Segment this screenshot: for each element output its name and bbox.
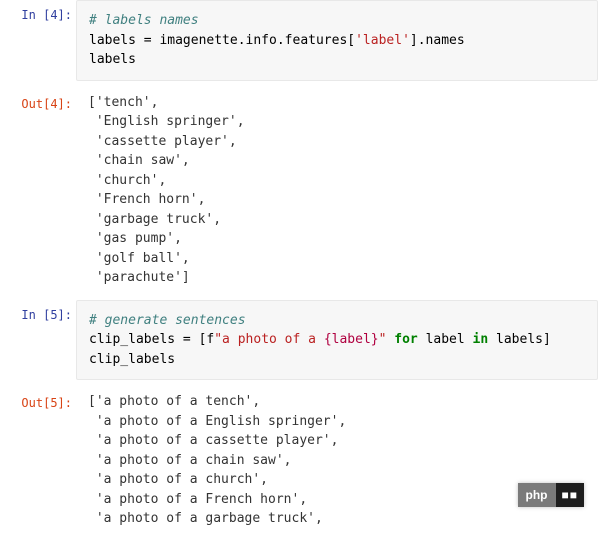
output-cell-4: Out[4]: ['tench', 'English springer', 'c… — [0, 89, 598, 292]
output-prompt: Out[4]: — [0, 89, 76, 113]
code-input[interactable]: # labels names labels = imagenette.info.… — [76, 0, 598, 81]
code-cell-4: In [4]: # labels names labels = imagenet… — [0, 0, 598, 81]
watermark-left: php — [518, 483, 556, 507]
output-prompt: Out[5]: — [0, 388, 76, 412]
code-segment: ].names — [410, 33, 465, 48]
code-comment: # labels names — [89, 13, 199, 28]
code-string: "a photo of a — [214, 332, 324, 347]
code-keyword: for — [394, 332, 417, 347]
output-cell-5: Out[5]: ['a photo of a tench', 'a photo … — [0, 388, 598, 533]
code-string: 'label' — [355, 33, 410, 48]
code-keyword: in — [473, 332, 489, 347]
code-segment: label — [418, 332, 473, 347]
code-cell-5: In [5]: # generate sentences clip_labels… — [0, 300, 598, 381]
code-segment: labels] — [488, 332, 551, 347]
watermark-badge: php ■■ — [518, 483, 585, 507]
code-segment: labels = imagenette.info.features[ — [89, 33, 355, 48]
code-string-interp: {label} — [324, 332, 379, 347]
code-output: ['tench', 'English springer', 'cassette … — [76, 89, 598, 292]
code-input[interactable]: # generate sentences clip_labels = [f"a … — [76, 300, 598, 381]
code-segment: clip_labels = [f — [89, 332, 214, 347]
input-prompt: In [4]: — [0, 0, 76, 24]
watermark-right: ■■ — [556, 483, 585, 507]
code-comment: # generate sentences — [89, 313, 246, 328]
code-segment: clip_labels — [89, 352, 175, 367]
input-prompt: In [5]: — [0, 300, 76, 324]
code-segment: labels — [89, 52, 136, 67]
code-output: ['a photo of a tench', 'a photo of a Eng… — [76, 388, 598, 533]
